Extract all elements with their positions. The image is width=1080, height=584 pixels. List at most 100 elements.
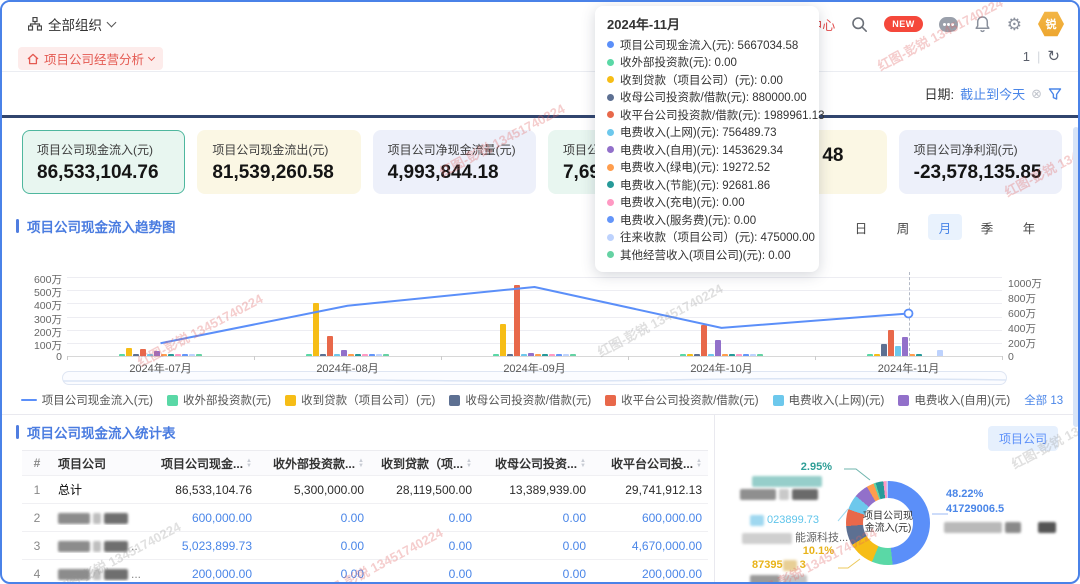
column-header[interactable]: 收外部投资款...▲▼ — [258, 455, 370, 472]
sort-icon[interactable]: ▲▼ — [466, 459, 472, 469]
column-header[interactable]: 项目公司现金...▲▼ — [140, 455, 258, 472]
bar-电费收入(上网)(元)[interactable] — [708, 354, 714, 356]
value-cell[interactable]: 0.00 — [258, 539, 370, 553]
kpi-card[interactable]: 项目公司净利润(元)-23,578,135.85 — [899, 130, 1062, 194]
bar-收外部投资款(元)[interactable] — [493, 354, 499, 356]
value-cell[interactable]: 600,000.00 — [140, 511, 258, 525]
bar-电费收入(绿电)(元)[interactable] — [722, 354, 728, 356]
bar-电费收入(上网)(元)[interactable] — [895, 346, 901, 356]
value-cell[interactable]: 0.00 — [478, 539, 592, 553]
value-cell[interactable]: 600,000.00 — [592, 511, 708, 525]
sort-icon[interactable]: ▲▼ — [246, 459, 252, 469]
value-cell[interactable]: 4,670,000.00 — [592, 539, 708, 553]
bar-电费收入(节能)(元)[interactable] — [355, 354, 361, 356]
value-cell[interactable]: 0.00 — [258, 511, 370, 525]
bar-收外部投资款(元)[interactable] — [119, 354, 125, 356]
table-row[interactable]: 4...200,000.000.000.000.00200,000.00 — [22, 560, 708, 584]
value-cell[interactable]: 0.00 — [478, 511, 592, 525]
bar-电费收入(绿电)(元)[interactable] — [535, 354, 541, 356]
bar-收到贷款（项目公司）(元)[interactable] — [313, 303, 319, 356]
bar-电费收入(充电)(元)[interactable] — [362, 354, 368, 356]
bar-电费收入(服务费)(元)[interactable] — [743, 354, 749, 356]
value-cell[interactable]: 0.00 — [478, 567, 592, 581]
bar-收外部投资款(元)[interactable] — [306, 354, 312, 356]
bar-往来收款（项目公司）(元)[interactable] — [189, 354, 195, 356]
kpi-card[interactable]: 项目公司现金流入(元)86,533,104.76 — [22, 130, 185, 194]
legend-item[interactable]: 电费收入(上网)(元) — [773, 392, 885, 408]
bar-其他经营收入(项目公司)(元)[interactable] — [196, 354, 202, 356]
sort-icon[interactable]: ▲▼ — [580, 459, 586, 469]
settings-gear-icon[interactable]: ⚙ — [1007, 16, 1022, 33]
bar-电费收入(充电)(元)[interactable] — [549, 354, 555, 356]
value-cell[interactable]: 0.00 — [370, 511, 478, 525]
bar-收到贷款（项目公司）(元)[interactable] — [687, 354, 693, 356]
bar-收平台公司投资款/借款(元)[interactable] — [888, 330, 894, 356]
bar-电费收入(自用)(元)[interactable] — [528, 353, 534, 356]
bar-电费收入(服务费)(元)[interactable] — [182, 354, 188, 356]
bar-收到贷款（项目公司）(元)[interactable] — [126, 348, 132, 356]
table-row[interactable]: 3..5,023,899.730.000.000.004,670,000.00 — [22, 532, 708, 560]
bar-电费收入(上网)(元)[interactable] — [334, 354, 340, 356]
bar-往来收款（项目公司）(元)[interactable] — [937, 350, 943, 356]
legend-item[interactable]: 收平台公司投资款/借款(元) — [605, 392, 758, 408]
donut-tag[interactable]: 项目公司 — [988, 426, 1058, 451]
bar-其他经营收入(项目公司)(元)[interactable] — [757, 354, 763, 356]
bar-电费收入(绿电)(元)[interactable] — [161, 354, 167, 356]
period-tab-日[interactable]: 日 — [844, 214, 878, 240]
avatar[interactable]: 锐 — [1038, 11, 1064, 37]
period-tab-年[interactable]: 年 — [1012, 214, 1046, 240]
bar-收到贷款（项目公司）(元)[interactable] — [874, 354, 880, 356]
bar-往来收款（项目公司）(元)[interactable] — [563, 354, 569, 356]
bar-往来收款（项目公司）(元)[interactable] — [376, 354, 382, 356]
legend-item[interactable]: 收到贷款（项目公司）(元) — [285, 392, 435, 408]
bar-收平台公司投资款/借款(元)[interactable] — [701, 325, 707, 356]
value-cell[interactable]: 200,000.00 — [592, 567, 708, 581]
bar-电费收入(节能)(元)[interactable] — [916, 354, 922, 356]
bar-电费收入(自用)(元)[interactable] — [341, 350, 347, 356]
bar-收母公司投资款/借款(元)[interactable] — [507, 354, 513, 356]
legend-item[interactable]: 收母公司投资款/借款(元) — [449, 392, 591, 408]
page-scrollbar-thumb[interactable] — [1073, 127, 1079, 427]
bar-电费收入(自用)(元)[interactable] — [715, 340, 721, 356]
bar-电费收入(节能)(元)[interactable] — [168, 354, 174, 356]
bar-电费收入(服务费)(元)[interactable] — [369, 354, 375, 356]
bar-电费收入(上网)(元)[interactable] — [147, 354, 153, 356]
messages-icon[interactable] — [939, 17, 958, 32]
period-tab-周[interactable]: 周 — [886, 214, 920, 240]
bar-其他经营收入(项目公司)(元)[interactable] — [570, 354, 576, 356]
bar-收到贷款（项目公司）(元)[interactable] — [500, 324, 506, 356]
bar-电费收入(自用)(元)[interactable] — [154, 351, 160, 356]
bar-电费收入(充电)(元)[interactable] — [736, 354, 742, 356]
kpi-card[interactable]: 项目公司现金流出(元)81,539,260.58 — [197, 130, 360, 194]
table-row[interactable]: 1总计86,533,104.765,300,000.0028,119,500.0… — [22, 476, 708, 504]
legend-item-line[interactable]: 项目公司现金流入(元) — [21, 392, 153, 408]
bar-电费收入(服务费)(元)[interactable] — [556, 354, 562, 356]
legend-item[interactable]: 电费收入(自用)(元) — [898, 392, 1010, 408]
value-cell[interactable]: 200,000.00 — [140, 567, 258, 581]
bar-电费收入(充电)(元)[interactable] — [175, 354, 181, 356]
value-cell[interactable]: 5,023,899.73 — [140, 539, 258, 553]
bar-收平台公司投资款/借款(元)[interactable] — [327, 336, 333, 356]
bar-收母公司投资款/借款(元)[interactable] — [694, 354, 700, 356]
bar-收平台公司投资款/借款(元)[interactable] — [140, 349, 146, 356]
table-row[interactable]: 2600,000.000.000.000.00600,000.00 — [22, 504, 708, 532]
bar-收外部投资款(元)[interactable] — [867, 354, 873, 356]
clear-filter-icon[interactable]: ⊗ — [1031, 86, 1042, 102]
legend-show-all-link[interactable]: 全部 13 — [1024, 392, 1063, 408]
bar-电费收入(绿电)(元)[interactable] — [909, 354, 915, 356]
legend-item[interactable]: 收外部投资款(元) — [167, 392, 271, 408]
filter-funnel-icon[interactable] — [1048, 87, 1062, 101]
bar-往来收款（项目公司）(元)[interactable] — [750, 354, 756, 356]
search-icon[interactable] — [851, 16, 868, 33]
bar-收母公司投资款/借款(元)[interactable] — [320, 354, 326, 356]
tab-project-analysis[interactable]: 项目公司经营分析 — [18, 47, 163, 70]
value-cell[interactable]: 0.00 — [370, 539, 478, 553]
new-badge[interactable]: NEW — [884, 16, 923, 32]
org-selector[interactable]: 全部组织 — [28, 14, 115, 34]
period-tab-月[interactable]: 月 — [928, 214, 962, 240]
kpi-card[interactable]: 项目公司净现金流量(元)4,993,844.18 — [373, 130, 536, 194]
bar-收母公司投资款/借款(元)[interactable] — [881, 344, 887, 356]
sort-icon[interactable]: ▲▼ — [358, 459, 364, 469]
bar-电费收入(节能)(元)[interactable] — [729, 354, 735, 356]
bar-电费收入(节能)(元)[interactable] — [542, 354, 548, 356]
